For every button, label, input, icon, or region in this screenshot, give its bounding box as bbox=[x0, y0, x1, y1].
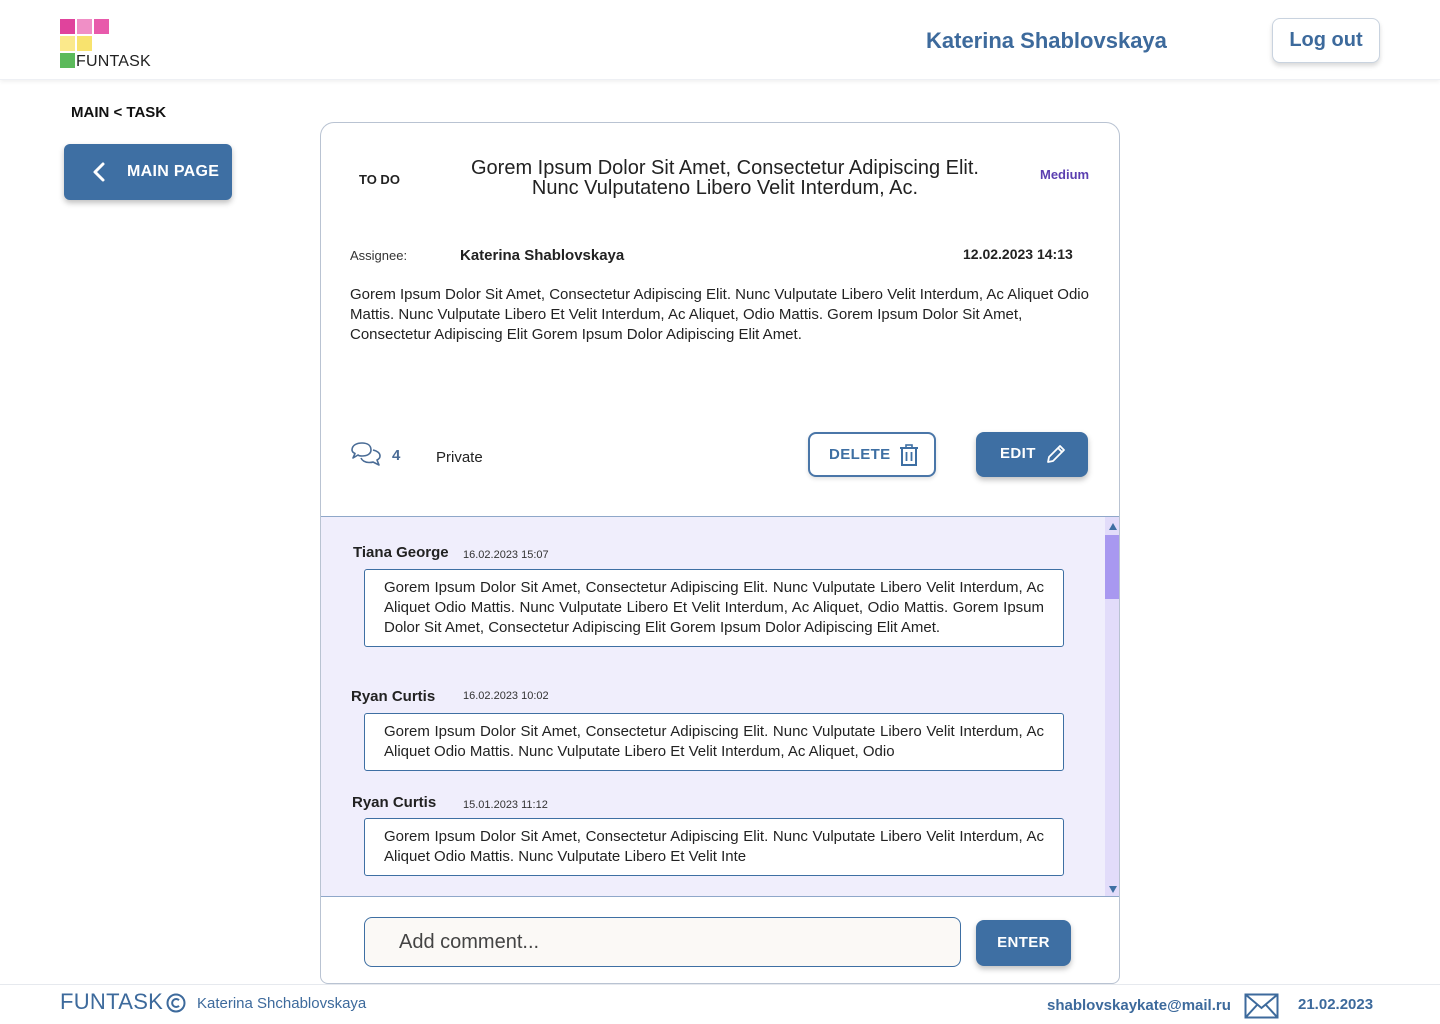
task-privacy: Private bbox=[436, 449, 483, 466]
task-title: Gorem Ipsum Dolor Sit Amet, Consectetur … bbox=[471, 157, 979, 199]
pencil-icon bbox=[1047, 445, 1065, 463]
task-priority: Medium bbox=[1040, 167, 1090, 182]
comment-author: Tiana George bbox=[353, 544, 449, 561]
footer-brand: FUNTASK bbox=[60, 989, 164, 1014]
comment-text: Gorem Ipsum Dolor Sit Amet, Consectetur … bbox=[364, 569, 1064, 647]
logo-square bbox=[60, 36, 75, 51]
delete-label: DELETE bbox=[829, 446, 891, 463]
delete-button[interactable]: DELETE bbox=[808, 432, 936, 477]
comments-scrollbar[interactable] bbox=[1105, 517, 1119, 896]
edit-label: EDIT bbox=[1000, 445, 1036, 462]
task-date: 12.02.2023 14:13 bbox=[963, 246, 1073, 262]
breadcrumb: MAIN < TASK bbox=[71, 104, 167, 121]
task-card: TO DO Gorem Ipsum Dolor Sit Amet, Consec… bbox=[320, 122, 1120, 984]
logo-square bbox=[77, 36, 92, 51]
task-description: Gorem Ipsum Dolor Sit Amet, Consectetur … bbox=[350, 286, 1089, 343]
logo-square bbox=[60, 53, 75, 68]
scroll-down-arrow-icon[interactable] bbox=[1109, 886, 1117, 893]
main-page-button[interactable]: MAIN PAGE bbox=[64, 144, 232, 200]
logo-square bbox=[77, 19, 92, 34]
assignee-label: Assignee: bbox=[350, 248, 408, 263]
scroll-thumb[interactable] bbox=[1105, 535, 1119, 599]
logo-text: FUNTASK bbox=[76, 53, 151, 70]
comments-list[interactable]: Tiana George 16.02.2023 15:07 Gorem Ipsu… bbox=[321, 516, 1119, 897]
footer-email[interactable]: shablovskaykate@mail.ru bbox=[1047, 997, 1231, 1014]
copyright-icon bbox=[166, 993, 186, 1013]
app-header: FUNTASK Katerina Shablovskaya Log out bbox=[0, 0, 1440, 80]
trash-icon bbox=[900, 444, 918, 466]
comment-text: Gorem Ipsum Dolor Sit Amet, Consectetur … bbox=[364, 713, 1064, 771]
chevron-left-icon bbox=[93, 162, 105, 182]
scroll-up-arrow-icon[interactable] bbox=[1109, 523, 1117, 530]
footer-date: 21.02.2023 bbox=[1298, 996, 1374, 1013]
comment-author: Ryan Curtis bbox=[351, 688, 436, 705]
current-user-name: Katerina Shablovskaya bbox=[926, 28, 1167, 53]
footer-author: Katerina Shchablovskaya bbox=[197, 995, 367, 1012]
logo-square bbox=[94, 19, 109, 34]
assignee-name: Katerina Shablovskaya bbox=[460, 247, 625, 264]
comment-author: Ryan Curtis bbox=[352, 794, 437, 811]
envelope-icon[interactable] bbox=[1244, 993, 1279, 1019]
main-page-label: MAIN PAGE bbox=[127, 163, 220, 180]
app-footer: FUNTASK Katerina Shchablovskaya shablovs… bbox=[0, 984, 1440, 1024]
add-comment-input[interactable]: Add comment... bbox=[364, 917, 961, 967]
enter-button[interactable]: ENTER bbox=[976, 920, 1071, 966]
comment-date: 16.02.2023 10:02 bbox=[463, 690, 549, 702]
funtask-logo[interactable]: FUNTASK bbox=[60, 19, 160, 71]
logo-square bbox=[60, 19, 75, 34]
comment-date: 15.01.2023 11:12 bbox=[463, 799, 548, 811]
speech-bubbles-icon[interactable] bbox=[350, 441, 382, 467]
task-status: TO DO bbox=[359, 172, 400, 187]
comment-text: Gorem Ipsum Dolor Sit Amet, Consectetur … bbox=[364, 818, 1064, 876]
comment-date: 16.02.2023 15:07 bbox=[463, 549, 549, 561]
logout-button[interactable]: Log out bbox=[1272, 18, 1380, 63]
comment-count: 4 bbox=[392, 447, 401, 464]
edit-button[interactable]: EDIT bbox=[976, 432, 1088, 477]
